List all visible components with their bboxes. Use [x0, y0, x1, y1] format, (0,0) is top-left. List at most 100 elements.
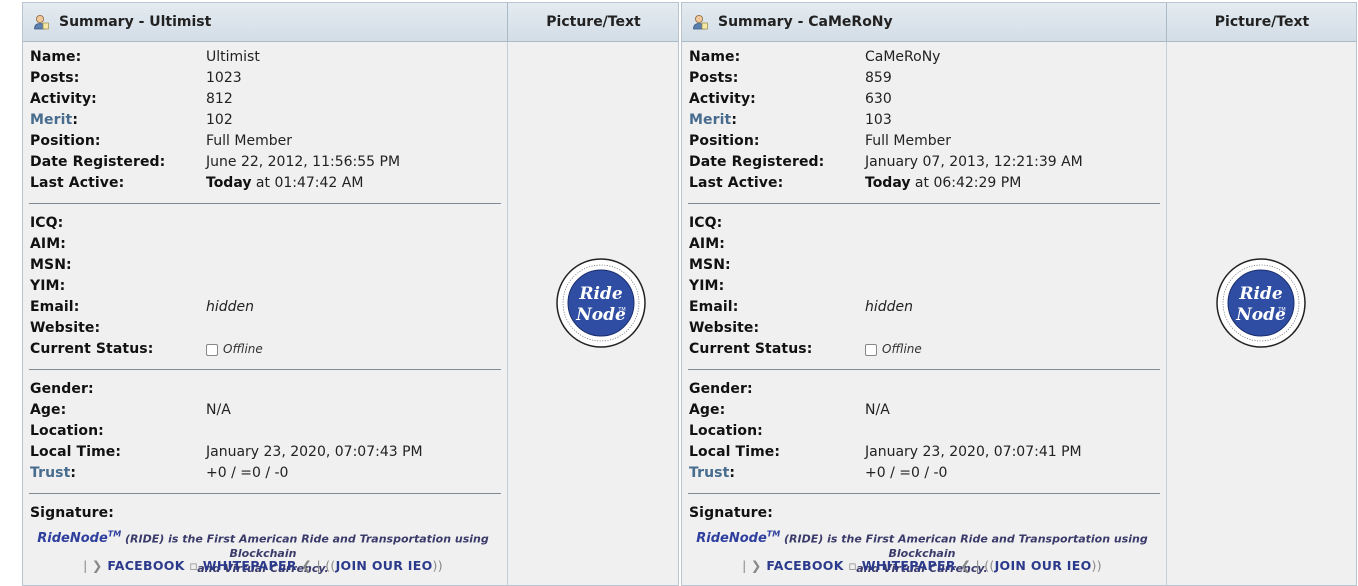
date-registered-label: Date Registered:: [689, 154, 825, 170]
join-ieo-link[interactable]: JOIN OUR IEO: [995, 558, 1092, 573]
row-website: Website:: [30, 318, 100, 339]
whitepaper-link[interactable]: WHITEPAPER: [203, 558, 297, 573]
icq-label: ICQ:: [30, 215, 64, 231]
row-gender: Gender:: [689, 379, 753, 400]
svg-text:TM: TM: [1277, 307, 1285, 313]
position-label: Position:: [689, 133, 760, 149]
column-divider: [507, 42, 508, 585]
facebook-link[interactable]: FACEBOOK: [766, 558, 843, 573]
trust-link[interactable]: Trust: [689, 465, 729, 481]
local-time-label: Local Time:: [689, 444, 781, 460]
join-ieo-link[interactable]: JOIN OUR IEO: [336, 558, 433, 573]
signature-label: Signature:: [30, 505, 114, 521]
profile-panel-ultimist: Summary - Ultimist Picture/Text Name: Ult…: [22, 2, 679, 586]
row-position: Position: Full Member: [30, 131, 292, 152]
row-local-time: Local Time: January 23, 2020, 07:07:41 PM: [689, 442, 1082, 463]
row-signature: Signature:: [30, 503, 114, 524]
svg-text:Ride: Ride: [578, 284, 622, 304]
age-value: N/A: [865, 402, 890, 418]
activity-value: 812: [206, 91, 233, 107]
icq-label: ICQ:: [689, 215, 723, 231]
age-label: Age:: [30, 402, 67, 418]
last-active-label: Last Active:: [689, 175, 784, 191]
row-aim: AIM:: [30, 234, 66, 255]
merit-value: 103: [865, 112, 892, 128]
gender-label: Gender:: [689, 381, 753, 397]
merit-link[interactable]: Merit: [30, 112, 72, 128]
last-active-time: at 06:42:29 PM: [910, 175, 1022, 191]
position-label: Position:: [30, 133, 101, 149]
signature-line1: (RIDE) is the First American Ride and Tr…: [780, 532, 1148, 561]
email-value: hidden: [206, 299, 255, 315]
date-registered-value: January 07, 2013, 12:21:39 AM: [865, 154, 1083, 170]
name-value: CaMeRoNy: [865, 49, 941, 65]
row-date-registered: Date Registered: June 22, 2012, 11:56:55 …: [30, 152, 400, 173]
merit-colon: :: [72, 112, 79, 128]
row-date-registered: Date Registered: January 07, 2013, 12:21:…: [689, 152, 1083, 173]
signature-brand[interactable]: RideNodeTM: [696, 530, 780, 546]
row-email: Email: hidden: [689, 297, 913, 318]
signature-links: | ❯ FACEBOOK ▫ WHITEPAPER ❮ | ((JOIN OUR…: [83, 558, 443, 573]
last-active-time: at 01:47:42 AM: [251, 175, 364, 191]
summary-title-text: Summary - Ultimist: [59, 14, 212, 30]
signature-brand[interactable]: RideNodeTM: [37, 530, 121, 546]
row-yim: YIM:: [689, 276, 724, 297]
person-icon: [34, 15, 49, 30]
position-value: Full Member: [865, 133, 951, 149]
panel-header: Summary - CaMeRoNy Picture/Text: [682, 3, 1356, 42]
row-icq: ICQ:: [689, 213, 722, 234]
row-aim: AIM:: [689, 234, 725, 255]
merit-link[interactable]: Merit: [689, 112, 731, 128]
row-name: Name: CaMeRoNy: [689, 47, 940, 68]
age-label: Age:: [689, 402, 726, 418]
person-icon: [693, 15, 708, 30]
local-time-value: January 23, 2020, 07:07:43 PM: [206, 444, 423, 460]
last-active-today: Today: [865, 175, 911, 191]
last-active-today: Today: [206, 175, 252, 191]
profile-panel-cameronny: Summary - CaMeRoNy Picture/Text Name: CaM…: [681, 2, 1357, 586]
email-value: hidden: [865, 299, 914, 315]
facebook-link[interactable]: FACEBOOK: [107, 558, 184, 573]
panel-header: Summary - Ultimist Picture/Text: [23, 3, 678, 42]
location-label: Location:: [30, 423, 104, 439]
row-name: Name: Ultimist: [30, 47, 260, 68]
row-current-status: Current Status: Offline: [30, 339, 263, 360]
summary-title: Summary - CaMeRoNy: [692, 14, 893, 30]
current-status-label: Current Status:: [30, 341, 154, 357]
name-label: Name:: [689, 49, 741, 65]
trust-colon: :: [70, 465, 77, 481]
local-time-value: January 23, 2020, 07:07:41 PM: [865, 444, 1082, 460]
trust-colon: :: [729, 465, 736, 481]
email-label: Email:: [30, 299, 80, 315]
date-registered-value: June 22, 2012, 11:56:55 PM: [206, 154, 401, 170]
svg-text:Ride: Ride: [1238, 284, 1282, 304]
signature-links: | ❯ FACEBOOK ▫ WHITEPAPER ❮ | ((JOIN OUR…: [742, 558, 1102, 573]
row-location: Location:: [689, 421, 763, 442]
whitepaper-link[interactable]: WHITEPAPER: [862, 558, 956, 573]
row-merit: Merit: 103: [689, 110, 892, 131]
name-value: Ultimist: [206, 49, 260, 65]
row-email: Email: hidden: [30, 297, 254, 318]
row-age: Age: N/A: [30, 400, 231, 421]
column-divider: [1166, 42, 1167, 585]
section-divider: [29, 493, 501, 494]
ridenode-avatar-logo: Ride Node TM: [556, 258, 646, 348]
section-divider: [688, 369, 1160, 370]
posts-value: 859: [865, 70, 892, 86]
date-registered-label: Date Registered:: [30, 154, 166, 170]
website-label: Website:: [689, 320, 760, 336]
last-active-value: Today at 06:42:29 PM: [865, 173, 1021, 194]
name-label: Name:: [30, 49, 82, 65]
gender-label: Gender:: [30, 381, 94, 397]
row-current-status: Current Status: Offline: [689, 339, 922, 360]
posts-value: 1023: [206, 70, 242, 86]
merit-value: 102: [206, 112, 233, 128]
row-msn: MSN:: [689, 255, 731, 276]
row-trust: Trust: +0 / =0 / -0: [30, 463, 288, 484]
offline-icon: [865, 343, 877, 356]
trust-link[interactable]: Trust: [30, 465, 70, 481]
activity-label: Activity:: [689, 91, 756, 107]
merit-colon: :: [731, 112, 738, 128]
row-last-active: Last Active: Today at 01:47:42 AM: [30, 173, 363, 194]
aim-label: AIM:: [689, 236, 725, 252]
